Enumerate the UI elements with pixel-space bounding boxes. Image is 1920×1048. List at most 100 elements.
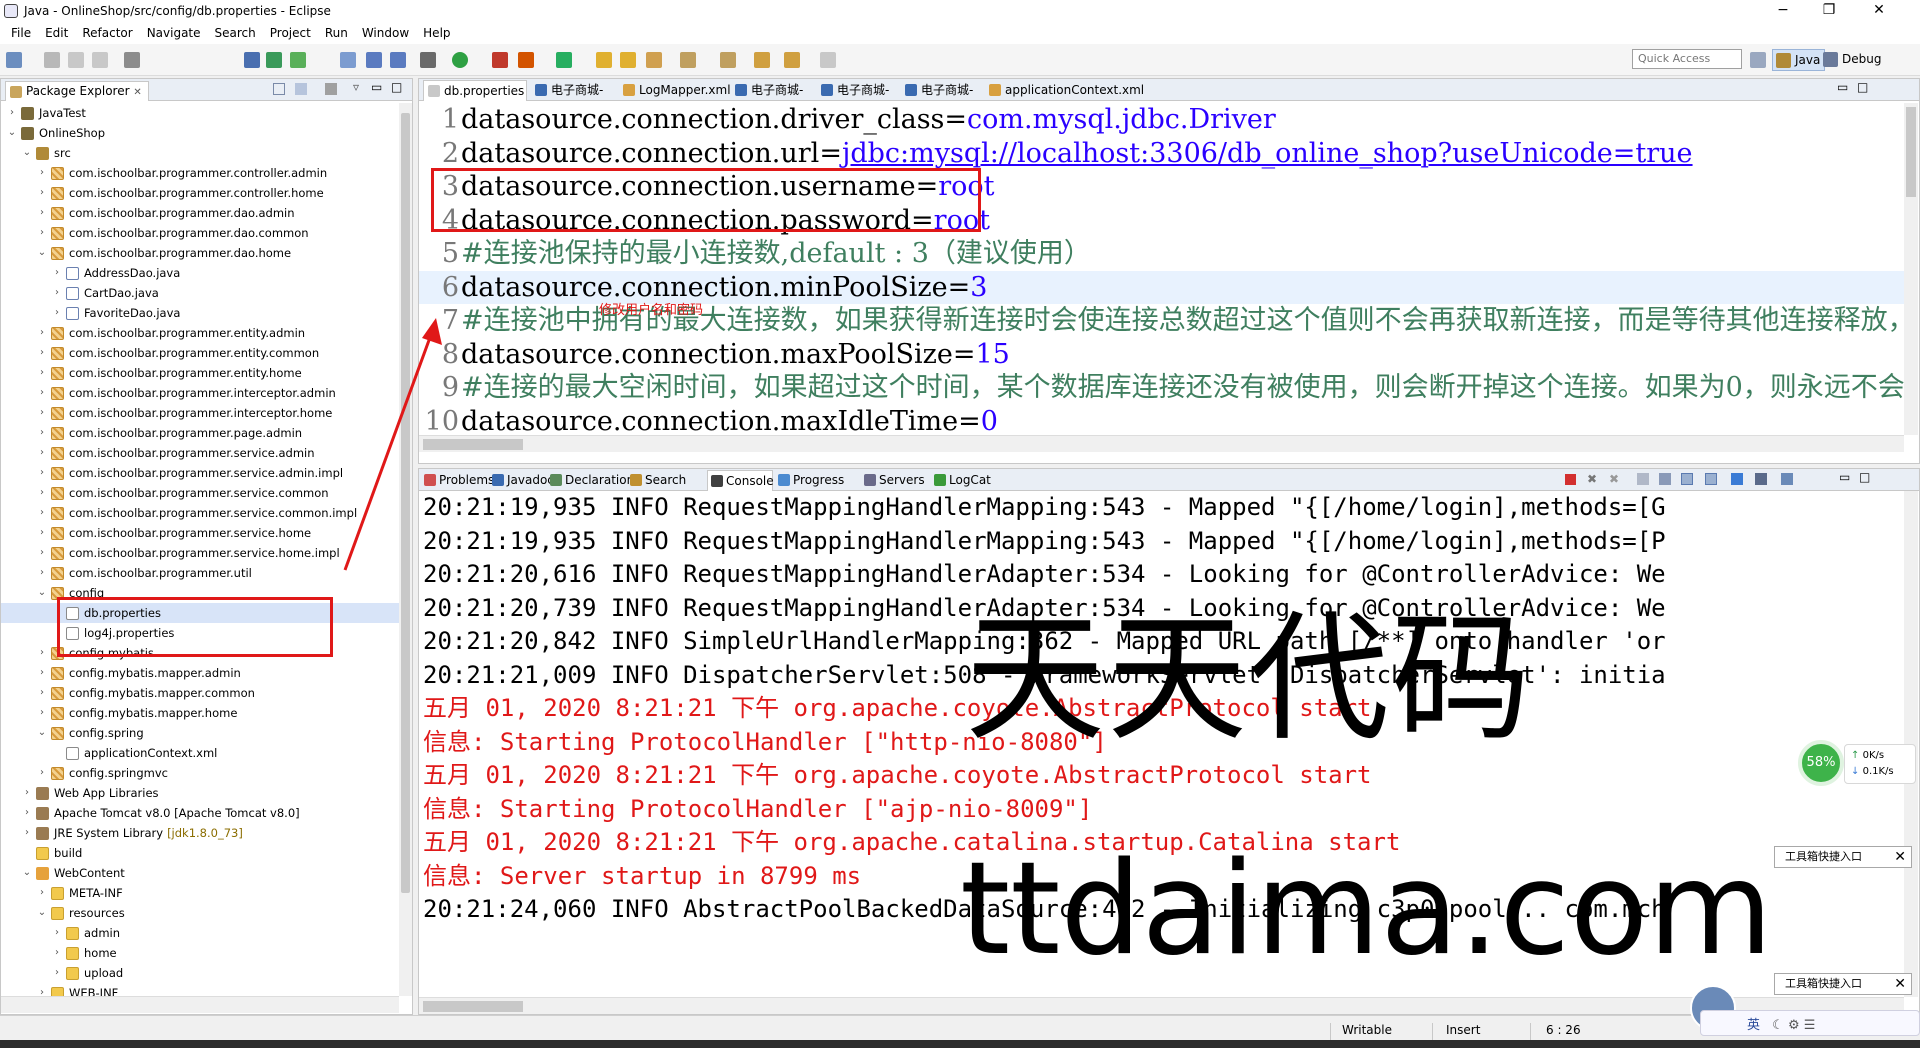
tree-twisty-icon[interactable]: ⌄ bbox=[7, 123, 17, 143]
tree-twisty-icon[interactable]: › bbox=[52, 283, 62, 303]
open-perspective-icon[interactable] bbox=[1750, 52, 1766, 68]
tree-twisty-icon[interactable]: › bbox=[37, 703, 47, 723]
editor-tab[interactable]: db.properties bbox=[423, 80, 527, 101]
skip-breakpoints-icon[interactable] bbox=[244, 52, 260, 68]
close-tab-icon[interactable]: ✕ bbox=[133, 87, 141, 98]
tree-item[interactable]: › upload bbox=[1, 963, 399, 983]
focus-icon[interactable] bbox=[325, 83, 337, 95]
menu-navigate[interactable]: Navigate bbox=[140, 26, 208, 40]
tree-twisty-icon[interactable]: › bbox=[37, 323, 47, 343]
tree-twisty-icon[interactable]: › bbox=[37, 223, 47, 243]
menu-file[interactable]: File bbox=[4, 26, 38, 40]
coverage-icon[interactable] bbox=[518, 52, 534, 68]
tree-item[interactable]: › config.springmvc bbox=[1, 763, 399, 783]
tree-twisty-icon[interactable]: › bbox=[37, 343, 47, 363]
run-icon[interactable] bbox=[452, 52, 468, 68]
quick-access-input[interactable]: Quick Access bbox=[1632, 49, 1742, 69]
tree-item[interactable]: › home bbox=[1, 943, 399, 963]
editor-tab[interactable]: 电子商城- bbox=[731, 80, 813, 101]
console-tab[interactable]: Servers bbox=[861, 470, 929, 491]
tree-item[interactable]: › com.ischoolbar.programmer.interceptor.a… bbox=[1, 383, 399, 403]
tree-item[interactable]: › com.ischoolbar.programmer.service.admin… bbox=[1, 463, 399, 483]
tree-item[interactable]: › com.ischoolbar.programmer.service.home.… bbox=[1, 543, 399, 563]
interface-toolbar-icon[interactable] bbox=[390, 52, 406, 68]
toolbox-shortcut-tip[interactable]: 工具箱快捷入口 ✕ bbox=[1774, 846, 1912, 868]
editor-tab[interactable]: 电子商城- bbox=[817, 80, 897, 101]
console-tab[interactable]: Search bbox=[627, 470, 705, 491]
tree-twisty-icon[interactable]: › bbox=[37, 983, 47, 996]
tree-twisty-icon[interactable]: ⌄ bbox=[22, 143, 32, 163]
code-line[interactable]: 5 #连接池保持的最小连接数,default : 3（建议使用） bbox=[419, 237, 1904, 271]
tree-twisty-icon[interactable]: › bbox=[37, 383, 47, 403]
tree-item[interactable]: › com.ischoolbar.programmer.interceptor.h… bbox=[1, 403, 399, 423]
open-folder-icon[interactable] bbox=[620, 52, 636, 68]
tree-item[interactable]: › com.ischoolbar.programmer.service.commo… bbox=[1, 483, 399, 503]
cpu-gauge[interactable]: 58% bbox=[1798, 740, 1844, 786]
tree-item[interactable]: ⌄ com.ischoolbar.programmer.dao.home bbox=[1, 243, 399, 263]
tree-twisty-icon[interactable]: ⌄ bbox=[37, 723, 47, 743]
tree-item[interactable]: › WEB-INF bbox=[1, 983, 399, 996]
external-tools-icon[interactable] bbox=[492, 52, 508, 68]
maximize-view-icon[interactable]: □ bbox=[391, 80, 402, 94]
code-line[interactable]: 2 datasource.connection.url=jdbc:mysql://… bbox=[419, 137, 1904, 171]
tree-twisty-icon[interactable]: › bbox=[37, 423, 47, 443]
tree-twisty-icon[interactable]: › bbox=[37, 663, 47, 683]
link-with-editor-icon[interactable] bbox=[295, 83, 307, 95]
tree-item[interactable]: › config.mybatis.mapper.home bbox=[1, 703, 399, 723]
tree-twisty-icon[interactable]: › bbox=[22, 803, 32, 823]
tree-item[interactable]: › Apache Tomcat v8.0 [Apache Tomcat v8.0] bbox=[1, 803, 399, 823]
tree-item[interactable]: build bbox=[1, 843, 399, 863]
tree-item[interactable]: ⌄ WebContent bbox=[1, 863, 399, 883]
editor-horizontal-scrollbar[interactable] bbox=[419, 435, 1904, 452]
tree-item[interactable]: › com.ischoolbar.programmer.service.commo… bbox=[1, 503, 399, 523]
editor-tab[interactable]: 电子商城- bbox=[901, 80, 981, 101]
tree-item[interactable]: ⌄ config.spring bbox=[1, 723, 399, 743]
code-line[interactable]: 10 datasource.connection.maxIdleTime=0 bbox=[419, 405, 1904, 434]
tree-twisty-icon[interactable]: › bbox=[37, 483, 47, 503]
tree-twisty-icon[interactable]: › bbox=[7, 103, 17, 123]
view-menu-icon[interactable]: ▿ bbox=[353, 80, 359, 94]
minimize-view-icon[interactable]: ▭ bbox=[1839, 470, 1850, 484]
tree-item[interactable]: › com.ischoolbar.programmer.page.admin bbox=[1, 423, 399, 443]
scroll-lock-icon[interactable] bbox=[1659, 473, 1671, 485]
tree-twisty-icon[interactable]: › bbox=[37, 403, 47, 423]
tree-item[interactable]: › com.ischoolbar.programmer.entity.admin bbox=[1, 323, 399, 343]
tree-twisty-icon[interactable]: › bbox=[37, 503, 47, 523]
tree-twisty-icon[interactable]: › bbox=[52, 963, 62, 983]
tree-twisty-icon[interactable]: ⌄ bbox=[37, 583, 47, 603]
tree-item[interactable]: › JavaTest bbox=[1, 103, 399, 123]
menu-window[interactable]: Window bbox=[355, 26, 416, 40]
tree-item[interactable]: ⌄ OnlineShop bbox=[1, 123, 399, 143]
terminal-icon[interactable] bbox=[124, 52, 140, 68]
toolbox-shortcut-tip-2[interactable]: 工具箱快捷入口 ✕ bbox=[1774, 973, 1912, 995]
tree-item[interactable]: › com.ischoolbar.programmer.entity.home bbox=[1, 363, 399, 383]
menu-run[interactable]: Run bbox=[318, 26, 355, 40]
show-stderr-icon[interactable] bbox=[1705, 473, 1717, 485]
code-line[interactable]: 8 datasource.connection.maxPoolSize=15 bbox=[419, 338, 1904, 372]
editor-tab[interactable]: 电子商城- bbox=[531, 80, 615, 101]
console-horizontal-scrollbar[interactable] bbox=[419, 997, 1904, 1014]
ime-settings-icon[interactable]: ☾ ⚙ ☰ bbox=[1772, 1018, 1815, 1033]
class-toolbar-icon[interactable] bbox=[366, 52, 382, 68]
maximize-button[interactable]: ❐ bbox=[1806, 0, 1852, 22]
open-type-icon[interactable] bbox=[596, 52, 612, 68]
perspective-java[interactable]: Java bbox=[1772, 49, 1826, 71]
tree-item[interactable]: ⌄ resources bbox=[1, 903, 399, 923]
back-icon[interactable] bbox=[784, 52, 800, 68]
tree-item[interactable]: applicationContext.xml bbox=[1, 743, 399, 763]
menu-edit[interactable]: Edit bbox=[38, 26, 75, 40]
tree-twisty-icon[interactable]: › bbox=[52, 303, 62, 323]
terminate-icon[interactable] bbox=[1565, 474, 1576, 485]
tree-twisty-icon[interactable]: › bbox=[37, 363, 47, 383]
forward-icon[interactable] bbox=[820, 52, 836, 68]
tree-twisty-icon[interactable]: › bbox=[37, 163, 47, 183]
ime-language[interactable]: 英 bbox=[1747, 1018, 1760, 1033]
previous-annotation-icon[interactable] bbox=[720, 52, 736, 68]
server-icon[interactable] bbox=[266, 52, 282, 68]
minimize-button[interactable]: − bbox=[1760, 0, 1806, 22]
maximize-view-icon[interactable]: □ bbox=[1859, 470, 1870, 484]
tree-twisty-icon[interactable]: › bbox=[37, 563, 47, 583]
tree-twisty-icon[interactable]: › bbox=[37, 883, 47, 903]
tree-twisty-icon[interactable]: › bbox=[37, 203, 47, 223]
tree-twisty-icon[interactable]: › bbox=[37, 763, 47, 783]
